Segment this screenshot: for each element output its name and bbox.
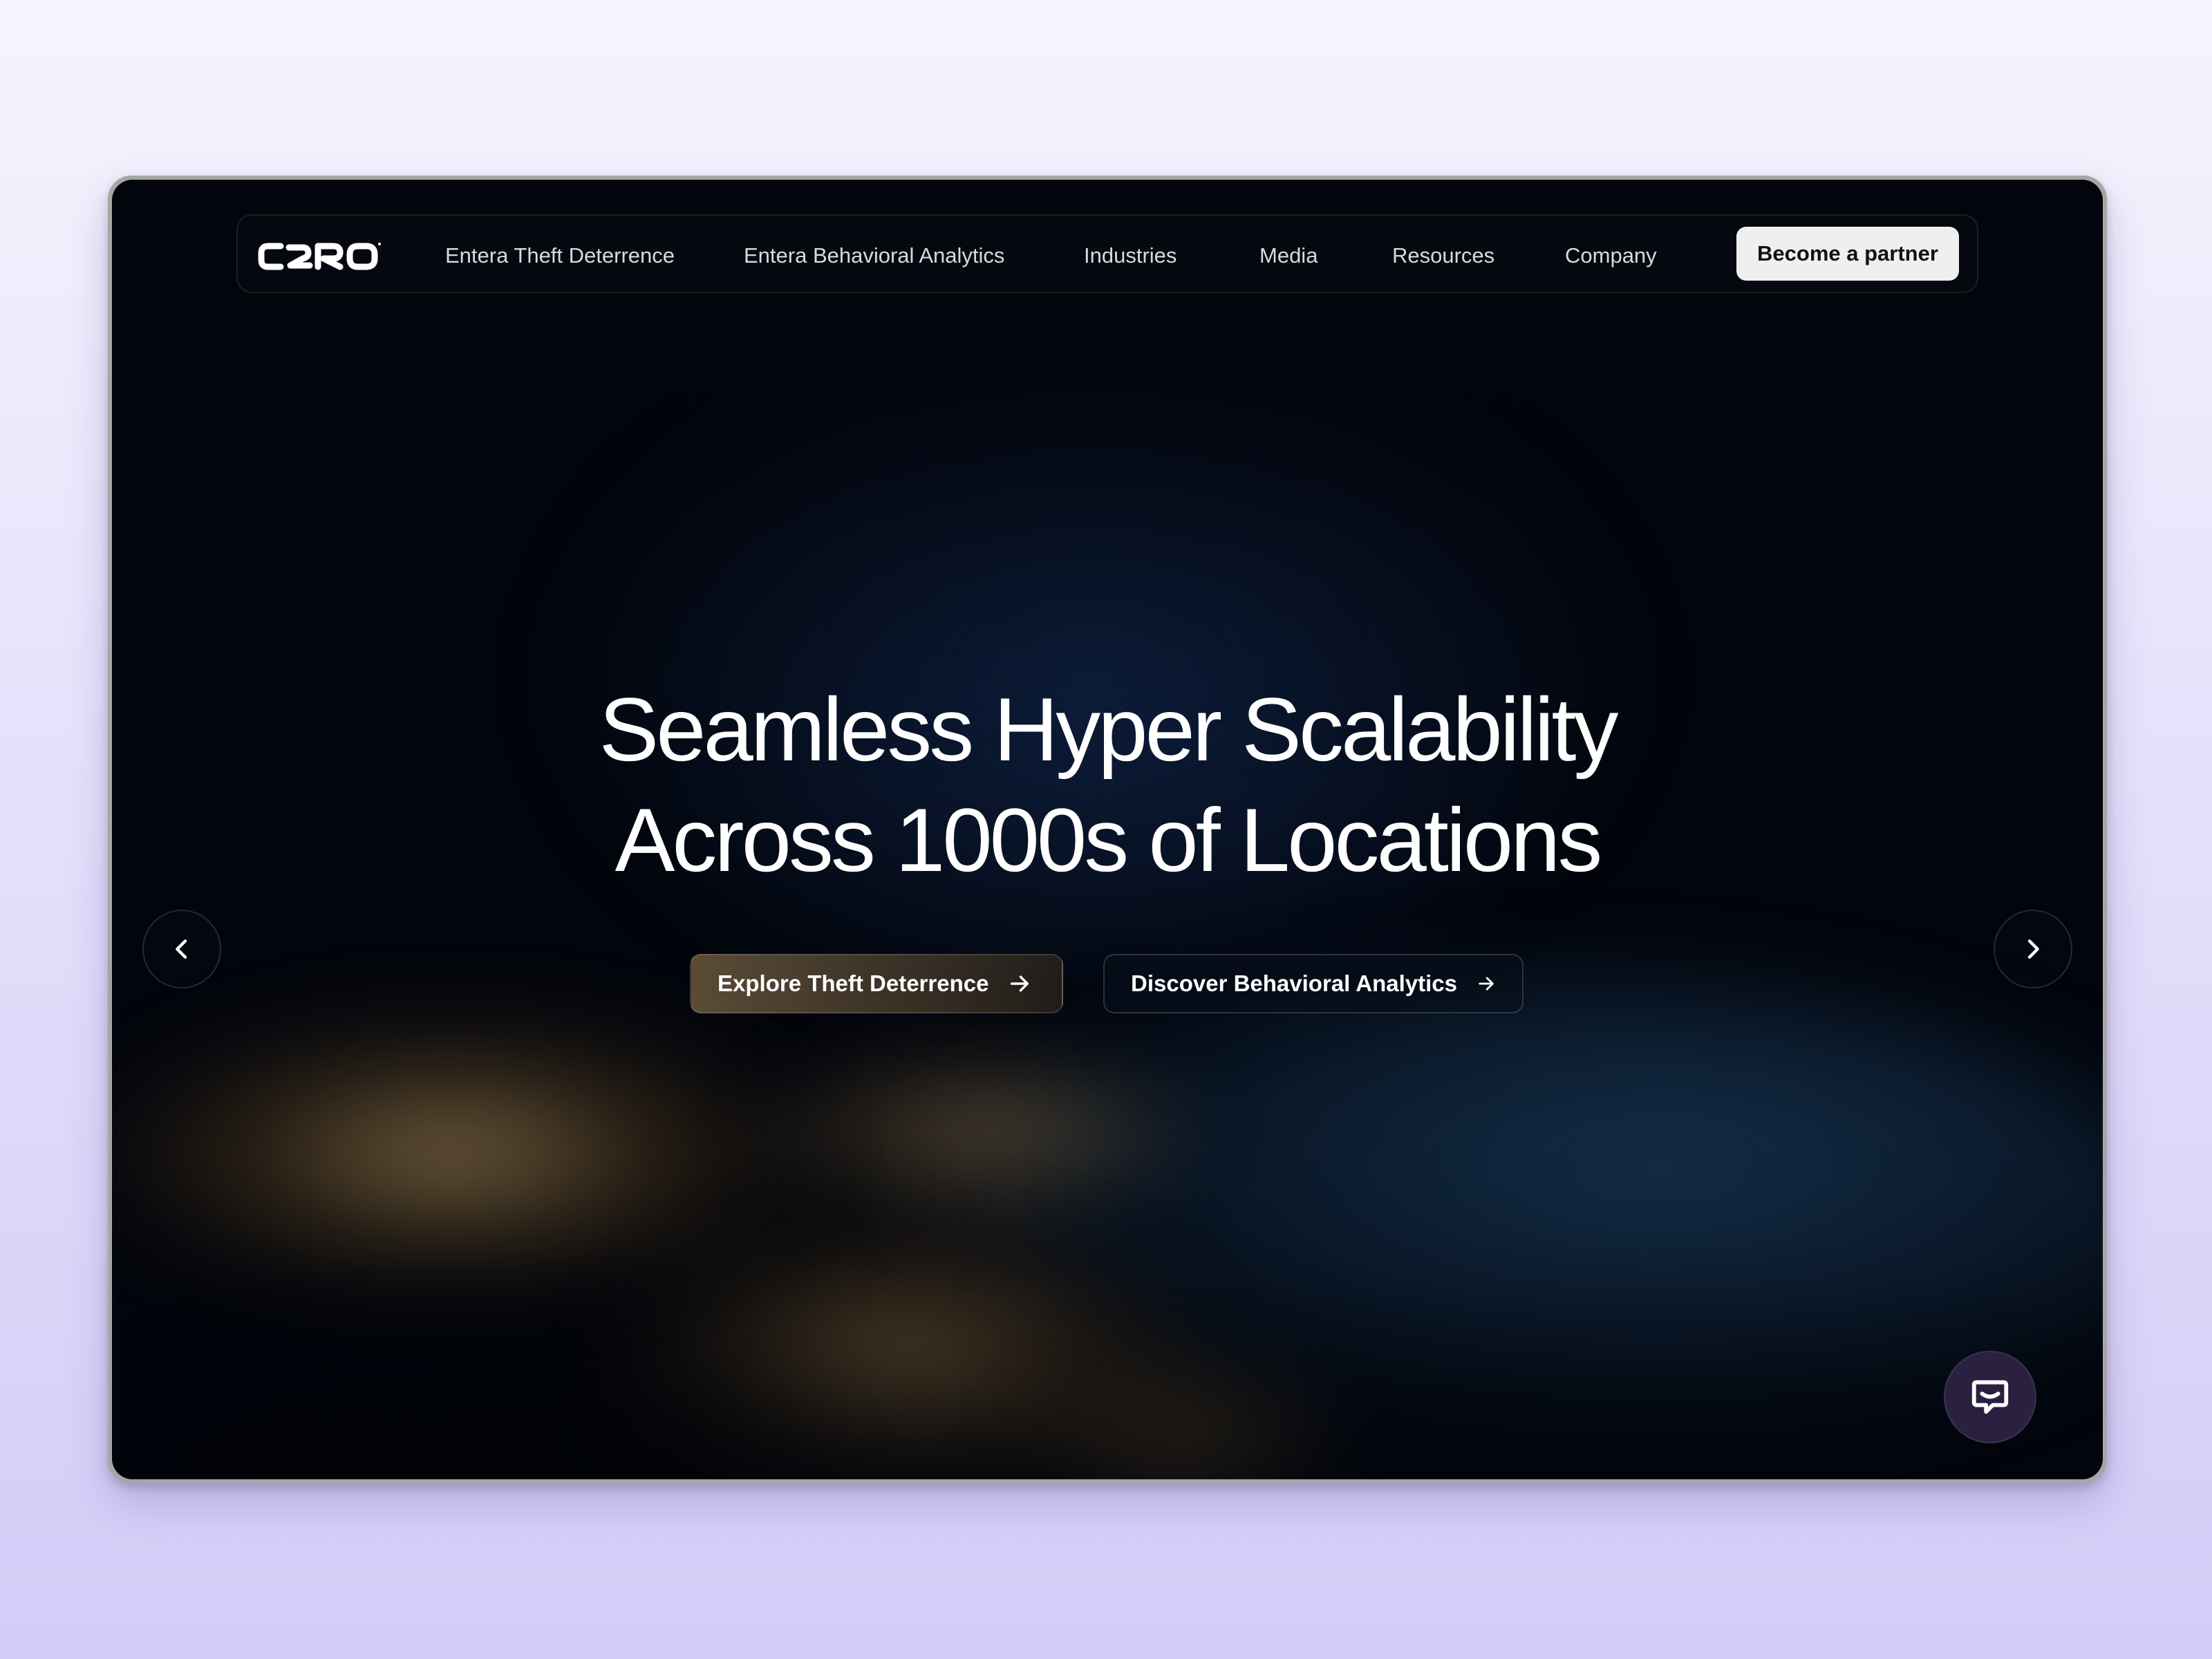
- nav-link-resources[interactable]: Resources: [1392, 242, 1494, 270]
- arrow-right-icon: [1011, 975, 1029, 992]
- nav-link-theft-deterrence[interactable]: Entera Theft Deterrence: [445, 242, 675, 270]
- chat-widget-button[interactable]: [1944, 1351, 2036, 1443]
- hero-headline-line-2: Across 1000s of Locations: [615, 789, 1603, 890]
- nav-link-behavioral-analytics[interactable]: Entera Behavioral Analytics: [744, 242, 1004, 270]
- c2ro-logo[interactable]: [257, 241, 382, 272]
- chevron-left-icon: [176, 939, 187, 959]
- explore-theft-deterrence-button[interactable]: Explore Theft Deterrence: [690, 954, 1063, 1013]
- top-navigation: Entera Theft Deterrence Entera Behaviora…: [236, 214, 1978, 293]
- website-screen: Entera Theft Deterrence Entera Behaviora…: [112, 180, 2103, 1479]
- explore-theft-deterrence-label: Explore Theft Deterrence: [718, 971, 989, 996]
- hero-headline-line-1: Seamless Hyper Scalability: [599, 679, 1618, 780]
- discover-behavioral-analytics-label: Discover Behavioral Analytics: [1131, 971, 1457, 996]
- become-partner-button[interactable]: Become a partner: [1736, 227, 1959, 281]
- nav-link-industries[interactable]: Industries: [1084, 242, 1177, 270]
- carousel-next-button[interactable]: [1994, 910, 2072, 988]
- chat-bubble-icon: [1971, 1380, 2009, 1414]
- discover-behavioral-analytics-button[interactable]: Discover Behavioral Analytics: [1103, 954, 1524, 1013]
- nav-link-media[interactable]: Media: [1259, 242, 1318, 270]
- nav-link-company[interactable]: Company: [1565, 242, 1657, 270]
- arrow-right-icon: [1479, 977, 1494, 991]
- chevron-right-icon: [2027, 939, 2039, 959]
- browser-frame: Entera Theft Deterrence Entera Behaviora…: [108, 176, 2107, 1483]
- carousel-previous-button[interactable]: [142, 910, 221, 988]
